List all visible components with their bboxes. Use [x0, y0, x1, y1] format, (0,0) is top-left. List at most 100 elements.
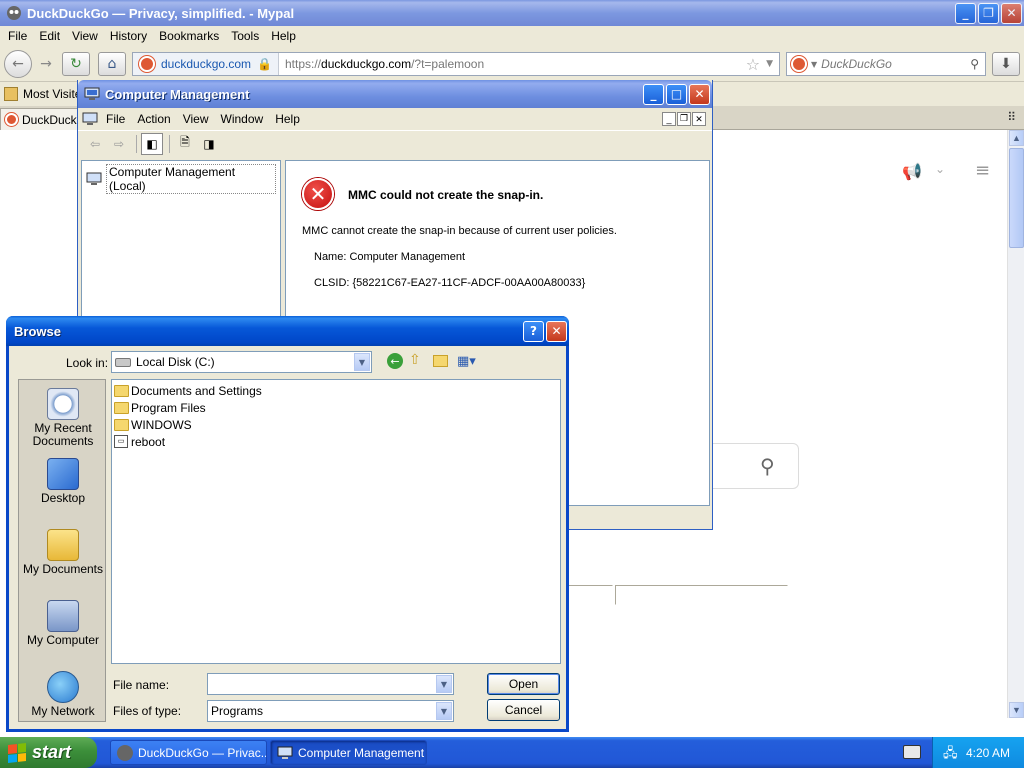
cancel-button[interactable]: Cancel [487, 699, 560, 721]
announcement-icon[interactable]: 📢 [902, 162, 922, 181]
bookmark-star-icon[interactable]: ☆ [746, 55, 760, 74]
look-in-dropdown-icon[interactable]: ▼ [354, 353, 370, 371]
place-my-documents[interactable]: My Documents [19, 529, 107, 576]
status-cell-1 [563, 585, 613, 605]
folder-icon [114, 384, 129, 397]
place-my-network[interactable]: My Network [19, 671, 107, 718]
search-engine-icon[interactable] [791, 56, 807, 72]
search-icon[interactable]: ⚲ [760, 454, 775, 478]
site-identity[interactable]: duckduckgo.com 🔒 [133, 53, 279, 75]
view-menu-icon[interactable]: ▦▾ [457, 354, 476, 369]
chevron-down-icon[interactable]: ⌄ [935, 162, 945, 176]
place-my-computer[interactable]: My Computer [19, 600, 107, 647]
page-scrollbar[interactable]: ▲ ▼ [1007, 130, 1024, 718]
scroll-up-icon[interactable]: ▲ [1009, 130, 1024, 146]
mmc-system-icon[interactable] [82, 112, 98, 126]
clock[interactable]: 4:20 AM [966, 746, 1010, 760]
engine-dropdown-icon[interactable]: ▼ [811, 60, 817, 69]
look-in-value: Local Disk (C:) [136, 355, 215, 369]
mmc-menu-help[interactable]: Help [275, 112, 300, 126]
forward-button[interactable]: → [32, 52, 60, 76]
show-hide-tree-button[interactable]: ◧ [141, 132, 163, 155]
menu-bookmarks[interactable]: Bookmarks [159, 29, 219, 43]
scroll-thumb[interactable] [1009, 148, 1024, 248]
new-folder-icon[interactable] [433, 355, 448, 367]
menu-edit[interactable]: Edit [39, 29, 60, 43]
ddg-search-box[interactable]: ⚲ [712, 443, 799, 489]
menu-history[interactable]: History [110, 29, 147, 43]
url-dropdown-icon[interactable]: ▼ [766, 59, 773, 69]
reload-button[interactable]: ↻ [62, 52, 90, 76]
list-item[interactable]: ▭ reboot [114, 433, 165, 450]
folder-icon [114, 418, 129, 431]
taskbar-item-mmc[interactable]: Computer Management [270, 740, 427, 765]
keyboard-language-icon[interactable] [903, 745, 921, 759]
files-of-type-label: Files of type: [113, 704, 182, 718]
file-name-combo[interactable]: ▼ [207, 673, 454, 695]
file-list[interactable]: Documents and Settings Program Files WIN… [111, 379, 561, 664]
snapin-clsid: CLSID: {58221C67-EA27-11CF-ADCF-00AA00A8… [314, 277, 586, 289]
show-hide-action-pane-button[interactable]: ◨ [198, 133, 220, 155]
bookmark-most-visited[interactable]: Most Visite [23, 87, 81, 101]
menu-view[interactable]: View [72, 29, 98, 43]
start-button[interactable]: start [0, 737, 97, 768]
mmc-menu-action[interactable]: Action [137, 112, 170, 126]
browse-title-bar[interactable]: Browse ? ✕ [6, 316, 569, 346]
file-name-label: Program Files [131, 400, 206, 415]
browse-close-button[interactable]: ✕ [546, 320, 567, 342]
mmc-menu-file[interactable]: File [106, 112, 125, 126]
child-restore-button[interactable]: ❐ [677, 112, 691, 126]
mmc-forward-button[interactable]: ⇨ [108, 133, 130, 155]
duckduckgo-favicon-icon [139, 56, 155, 72]
scroll-down-icon[interactable]: ▼ [1009, 702, 1024, 718]
all-tabs-icon[interactable]: ⠿ [1007, 110, 1016, 124]
mmc-menu-view[interactable]: View [183, 112, 209, 126]
downloads-button[interactable]: ⬇ [992, 52, 1020, 76]
mmc-title: Computer Management [105, 86, 250, 102]
back-button[interactable]: ← [4, 50, 32, 78]
search-bar[interactable]: ▼ DuckDuckGo ⚲ [786, 52, 986, 76]
hamburger-menu-icon[interactable]: ≡ [975, 160, 990, 181]
home-button[interactable]: ⌂ [98, 52, 126, 76]
tree-root-item[interactable]: Computer Management (Local) [82, 161, 280, 197]
computer-icon [86, 172, 102, 186]
browser-minimize-button[interactable]: _ [955, 2, 976, 24]
tab-duckduckgo[interactable]: DuckDuckG [0, 108, 86, 130]
look-in-combo[interactable]: Local Disk (C:) ▼ [111, 351, 372, 373]
mmc-close-button[interactable]: ✕ [689, 83, 710, 105]
files-of-type-dropdown-icon[interactable]: ▼ [436, 702, 452, 720]
files-of-type-combo[interactable]: Programs ▼ [207, 700, 454, 722]
mmc-minimize-button[interactable]: _ [643, 83, 664, 105]
taskbar-item-browser[interactable]: DuckDuckGo — Privac... [110, 740, 267, 765]
properties-button[interactable]: 🗎 [174, 133, 196, 155]
menu-file[interactable]: File [8, 29, 27, 43]
child-close-button[interactable]: ✕ [692, 112, 706, 126]
search-go-icon[interactable]: ⚲ [970, 57, 979, 71]
up-folder-icon[interactable]: ⇧ [409, 352, 421, 368]
mmc-maximize-button[interactable]: □ [666, 83, 687, 105]
menu-tools[interactable]: Tools [231, 29, 259, 43]
help-button[interactable]: ? [523, 320, 544, 342]
tab-favicon-icon [5, 113, 18, 126]
error-icon: ✕ [302, 178, 334, 210]
network-tray-icon[interactable]: 🖧 [943, 744, 959, 761]
list-item[interactable]: Program Files [114, 399, 206, 416]
mmc-title-bar[interactable]: Computer Management _ □ ✕ [78, 80, 712, 108]
browser-restore-button[interactable]: ❐ [978, 2, 999, 24]
list-item[interactable]: Documents and Settings [114, 382, 262, 399]
place-recent[interactable]: My Recent Documents [19, 388, 107, 448]
back-icon[interactable]: ← [387, 353, 403, 369]
child-minimize-button[interactable]: _ [662, 112, 676, 126]
browser-title-bar[interactable]: DuckDuckGo — Privacy, simplified. - Mypa… [0, 0, 1024, 26]
system-tray: 🖧 4:20 AM [932, 737, 1024, 768]
place-desktop[interactable]: Desktop [19, 458, 107, 505]
menu-help[interactable]: Help [271, 29, 296, 43]
mmc-menu-window[interactable]: Window [221, 112, 264, 126]
file-name-dropdown-icon[interactable]: ▼ [436, 675, 452, 693]
mmc-back-button[interactable]: ⇦ [84, 133, 106, 155]
open-button[interactable]: Open [487, 673, 560, 695]
list-item[interactable]: WINDOWS [114, 416, 192, 433]
browser-close-button[interactable]: ✕ [1001, 2, 1022, 24]
address-bar[interactable]: duckduckgo.com 🔒 https://duckduckgo.com /… [132, 52, 780, 76]
place-my-network-label: My Network [31, 704, 95, 718]
